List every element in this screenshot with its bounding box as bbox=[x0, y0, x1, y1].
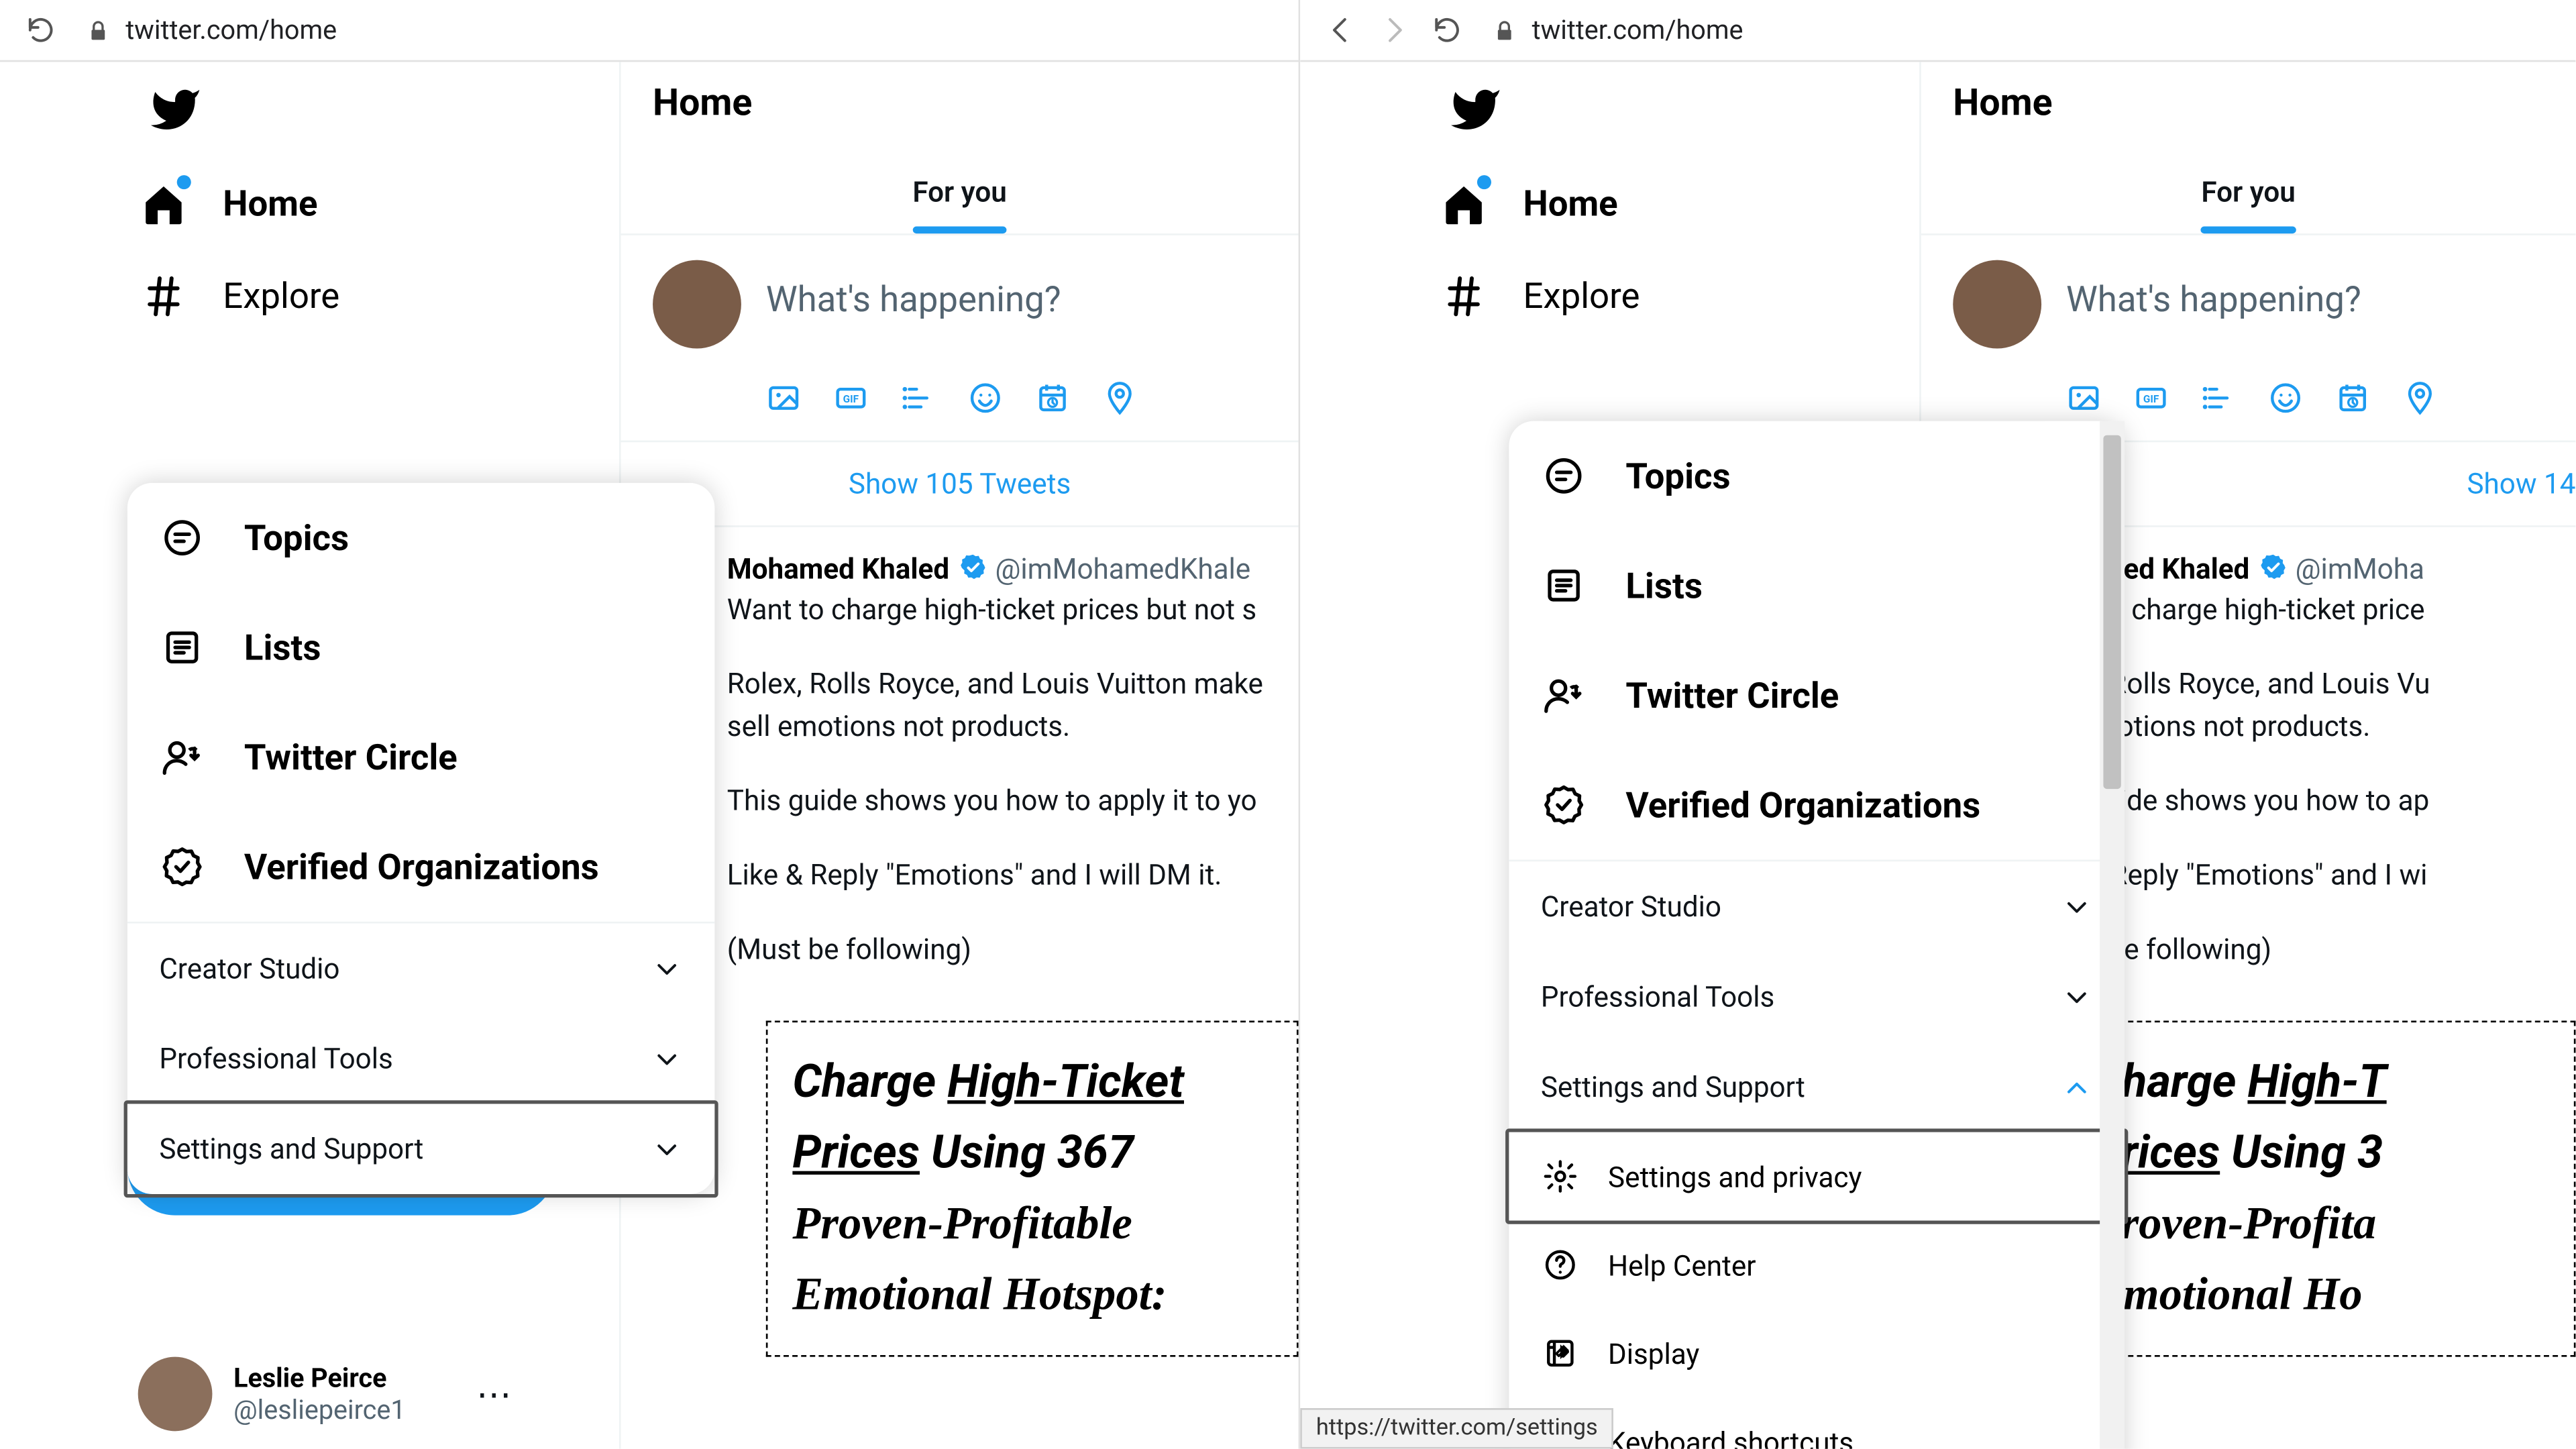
chevron-down-icon bbox=[651, 1133, 682, 1165]
nav-explore-label: Explore bbox=[223, 274, 339, 317]
tweet-embed-card[interactable]: Charge High-Ticket Prices Using 367 Prov… bbox=[766, 1021, 1299, 1357]
tab-for-you[interactable]: For you bbox=[2201, 175, 2295, 233]
nav-explore[interactable]: Explore bbox=[1300, 250, 1919, 341]
tweet-body: Want to charge high-ticket prices but no… bbox=[727, 589, 1263, 971]
menu-topics[interactable]: Topics bbox=[1509, 421, 2125, 531]
show-new-tweets[interactable]: Show 105 Tweets bbox=[621, 441, 1299, 527]
browser-chrome: twitter.com/home bbox=[0, 0, 1299, 62]
nav-explore-label: Explore bbox=[1523, 274, 1640, 317]
chevron-up-icon bbox=[2061, 1071, 2092, 1103]
verified-icon bbox=[1541, 782, 1587, 828]
home-icon bbox=[1438, 178, 1488, 228]
account-switcher[interactable]: Leslie Peirce @lesliepeirce1 ⋯ bbox=[138, 1357, 512, 1432]
menu-topics[interactable]: Topics bbox=[127, 483, 714, 592]
lock-icon bbox=[85, 17, 112, 44]
menu-display[interactable]: Display bbox=[1509, 1309, 2125, 1397]
page-title: Home bbox=[1953, 83, 2544, 125]
schedule-icon[interactable] bbox=[1035, 380, 1071, 416]
twitter-logo[interactable] bbox=[1300, 62, 1919, 157]
browser-status-bar: https://twitter.com/settings bbox=[1300, 1408, 1613, 1449]
compose-input[interactable]: What's happening? bbox=[2066, 260, 2361, 349]
menu-lists[interactable]: Lists bbox=[1509, 531, 2125, 640]
tab-for-you[interactable]: For you bbox=[912, 175, 1006, 233]
hash-icon bbox=[138, 270, 188, 320]
menu-twitter-circle[interactable]: Twitter Circle bbox=[1509, 641, 2125, 750]
nav-home[interactable]: Home bbox=[1300, 158, 1919, 250]
menu-verified-orgs[interactable]: Verified Organizations bbox=[127, 812, 714, 921]
menu-help-center[interactable]: Help Center bbox=[1509, 1221, 2125, 1309]
help-icon bbox=[1541, 1245, 1580, 1284]
hash-icon bbox=[1438, 270, 1488, 320]
menu-professional-tools[interactable]: Professional Tools bbox=[1509, 952, 2125, 1042]
image-icon[interactable] bbox=[766, 380, 802, 416]
gear-icon bbox=[1541, 1157, 1580, 1196]
topics-icon bbox=[159, 515, 205, 561]
emoji-icon[interactable] bbox=[967, 380, 1003, 416]
menu-twitter-circle[interactable]: Twitter Circle bbox=[127, 702, 714, 812]
verified-badge-icon bbox=[957, 552, 988, 586]
avatar bbox=[138, 1357, 213, 1432]
chevron-down-icon bbox=[2061, 981, 2092, 1012]
location-icon[interactable] bbox=[1102, 380, 1138, 416]
compose-avatar bbox=[653, 260, 741, 349]
poll-icon[interactable] bbox=[900, 380, 936, 416]
twitter-logo[interactable] bbox=[0, 62, 619, 157]
user-name: Leslie Peirce bbox=[233, 1362, 405, 1393]
reload-icon[interactable] bbox=[1431, 14, 1462, 46]
address-bar-url[interactable]: twitter.com/home bbox=[125, 14, 337, 46]
chevron-down-icon bbox=[651, 1043, 682, 1075]
tweet-author-name[interactable]: Mohamed Khaled bbox=[727, 552, 949, 586]
nav-home-label: Home bbox=[1523, 182, 1617, 225]
list-icon bbox=[1541, 563, 1587, 609]
browser-chrome: twitter.com/home bbox=[1300, 0, 2575, 62]
reload-icon[interactable] bbox=[25, 14, 56, 46]
nav-home-label: Home bbox=[223, 182, 317, 225]
circle-icon bbox=[159, 734, 205, 780]
popup-scrollbar[interactable] bbox=[2100, 421, 2125, 1449]
menu-settings-support[interactable]: Settings and Support bbox=[124, 1100, 718, 1197]
compose-input[interactable]: What's happening? bbox=[766, 260, 1061, 349]
menu-creator-studio[interactable]: Creator Studio bbox=[127, 924, 714, 1014]
circle-icon bbox=[1541, 672, 1587, 718]
nav-home[interactable]: Home bbox=[0, 158, 619, 250]
gif-icon[interactable] bbox=[833, 380, 869, 416]
back-icon[interactable] bbox=[1325, 14, 1356, 46]
gif-icon[interactable] bbox=[2133, 380, 2169, 416]
menu-professional-tools[interactable]: Professional Tools bbox=[127, 1014, 714, 1104]
image-icon[interactable] bbox=[2066, 380, 2102, 416]
schedule-icon[interactable] bbox=[2335, 380, 2371, 416]
list-icon bbox=[159, 625, 205, 671]
verified-icon bbox=[159, 844, 205, 890]
nav-explore[interactable]: Explore bbox=[0, 250, 619, 341]
home-icon bbox=[138, 178, 188, 228]
page-title: Home bbox=[653, 83, 1267, 125]
lock-icon bbox=[1491, 17, 1518, 44]
tweet-author-handle[interactable]: @imMoha bbox=[2296, 552, 2424, 586]
edit-icon bbox=[1541, 1334, 1580, 1373]
chevron-down-icon bbox=[651, 953, 682, 984]
poll-icon[interactable] bbox=[2200, 380, 2236, 416]
more-menu-popup: Topics Lists Twitter Circle Verified Org… bbox=[1509, 421, 2125, 1449]
tweet-author-handle[interactable]: @imMohamedKhale bbox=[995, 552, 1250, 586]
user-handle: @lesliepeirce1 bbox=[233, 1394, 405, 1426]
menu-lists[interactable]: Lists bbox=[127, 592, 714, 702]
more-menu-popup: Topics Lists Twitter Circle Verified Org… bbox=[127, 483, 714, 1194]
ellipsis-icon[interactable]: ⋯ bbox=[476, 1373, 512, 1415]
compose-avatar bbox=[1953, 260, 2041, 349]
menu-verified-orgs[interactable]: Verified Organizations bbox=[1509, 750, 2125, 859]
topics-icon bbox=[1541, 453, 1587, 499]
tweet-embed-card[interactable]: Charge High-T Prices Using 3 Proven-Prof… bbox=[2066, 1021, 2575, 1357]
menu-settings-privacy[interactable]: Settings and privacy bbox=[1505, 1128, 2128, 1224]
forward-icon[interactable] bbox=[1378, 14, 1409, 46]
menu-creator-studio[interactable]: Creator Studio bbox=[1509, 861, 2125, 951]
emoji-icon[interactable] bbox=[2268, 380, 2304, 416]
address-bar-url[interactable]: twitter.com/home bbox=[1532, 14, 1743, 46]
verified-badge-icon bbox=[2257, 552, 2288, 586]
chevron-down-icon bbox=[2061, 891, 2092, 922]
menu-settings-support[interactable]: Settings and Support bbox=[1509, 1042, 2125, 1132]
location-icon[interactable] bbox=[2402, 380, 2438, 416]
